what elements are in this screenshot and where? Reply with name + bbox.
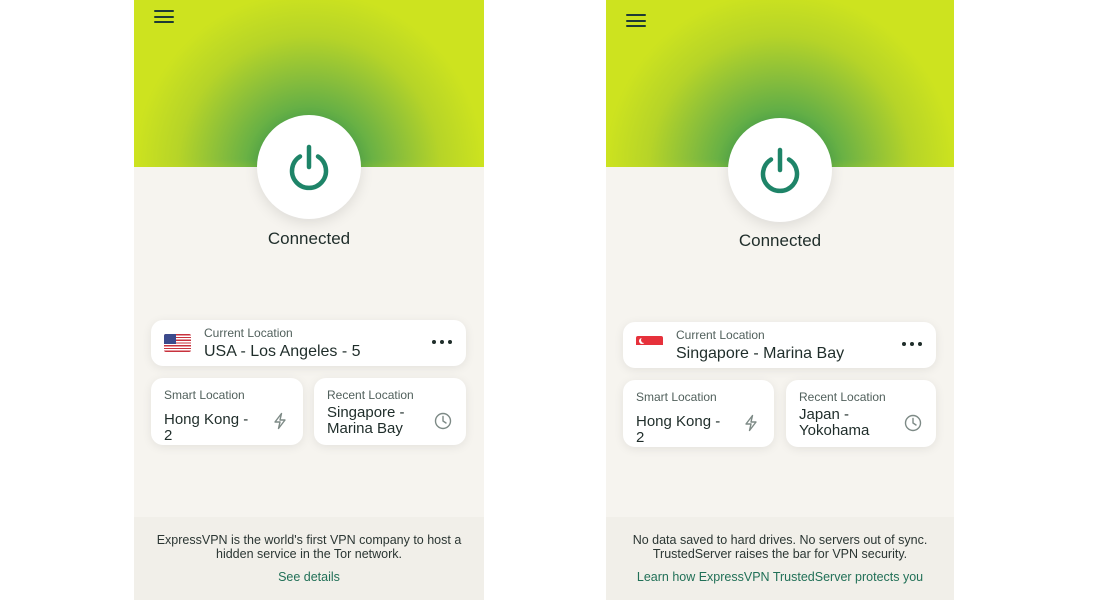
lightning-bolt-icon bbox=[274, 412, 286, 430]
current-location-card[interactable]: Current Location Singapore - Marina Bay bbox=[623, 322, 936, 368]
power-icon bbox=[289, 144, 329, 191]
smart-location-label: Smart Location bbox=[164, 388, 245, 402]
hamburger-menu-icon[interactable] bbox=[626, 14, 646, 28]
clock-icon bbox=[434, 412, 452, 430]
info-footer: ExpressVPN is the world's first VPN comp… bbox=[134, 517, 484, 600]
footer-link[interactable]: See details bbox=[278, 570, 340, 584]
smart-location-card[interactable]: Smart Location Hong Kong - 2 bbox=[151, 378, 303, 445]
recent-location-card[interactable]: Recent Location Singapore - Marina Bay bbox=[314, 378, 466, 445]
hamburger-menu-icon[interactable] bbox=[154, 10, 174, 24]
connection-status: Connected bbox=[738, 231, 822, 250]
recent-location-label: Recent Location bbox=[799, 390, 886, 404]
connection-status: Connected bbox=[267, 229, 351, 248]
current-location-value: USA - Los Angeles - 5 bbox=[204, 343, 361, 360]
smart-location-value: Hong Kong - 2 bbox=[636, 413, 721, 446]
lightning-bolt-icon bbox=[745, 414, 757, 432]
us-flag-icon bbox=[164, 334, 191, 352]
current-location-label: Current Location bbox=[676, 328, 765, 342]
vpn-screen-1: Connected Current Location USA - Los Ang… bbox=[134, 0, 484, 600]
current-location-value: Singapore - Marina Bay bbox=[676, 345, 845, 362]
sg-flag-icon bbox=[636, 336, 663, 354]
recent-location-value: Japan - Yokohama bbox=[799, 406, 870, 439]
recent-location-card[interactable]: Recent Location Japan - Yokohama bbox=[786, 380, 936, 447]
vpn-screen-2: Connected Current Location Singapore - M… bbox=[606, 0, 954, 600]
info-footer: No data saved to hard drives. No servers… bbox=[606, 517, 954, 600]
smart-location-label: Smart Location bbox=[636, 390, 717, 404]
clock-icon bbox=[904, 414, 922, 432]
smart-location-card[interactable]: Smart Location Hong Kong - 2 bbox=[623, 380, 774, 447]
current-location-label: Current Location bbox=[204, 326, 293, 340]
current-location-card[interactable]: Current Location USA - Los Angeles - 5 bbox=[151, 320, 466, 366]
recent-location-label: Recent Location bbox=[327, 388, 414, 402]
power-icon bbox=[760, 147, 800, 194]
footer-message: ExpressVPN is the world's first VPN comp… bbox=[156, 533, 462, 561]
footer-message: No data saved to hard drives. No servers… bbox=[632, 533, 928, 561]
footer-link[interactable]: Learn how ExpressVPN TrustedServer prote… bbox=[637, 570, 923, 584]
smart-location-value: Hong Kong - 2 bbox=[164, 411, 249, 444]
power-button[interactable] bbox=[257, 115, 361, 219]
power-button[interactable] bbox=[728, 118, 832, 222]
recent-location-value: Singapore - Marina Bay bbox=[327, 404, 405, 437]
more-options-icon[interactable] bbox=[432, 337, 452, 347]
more-options-icon[interactable] bbox=[902, 339, 922, 349]
